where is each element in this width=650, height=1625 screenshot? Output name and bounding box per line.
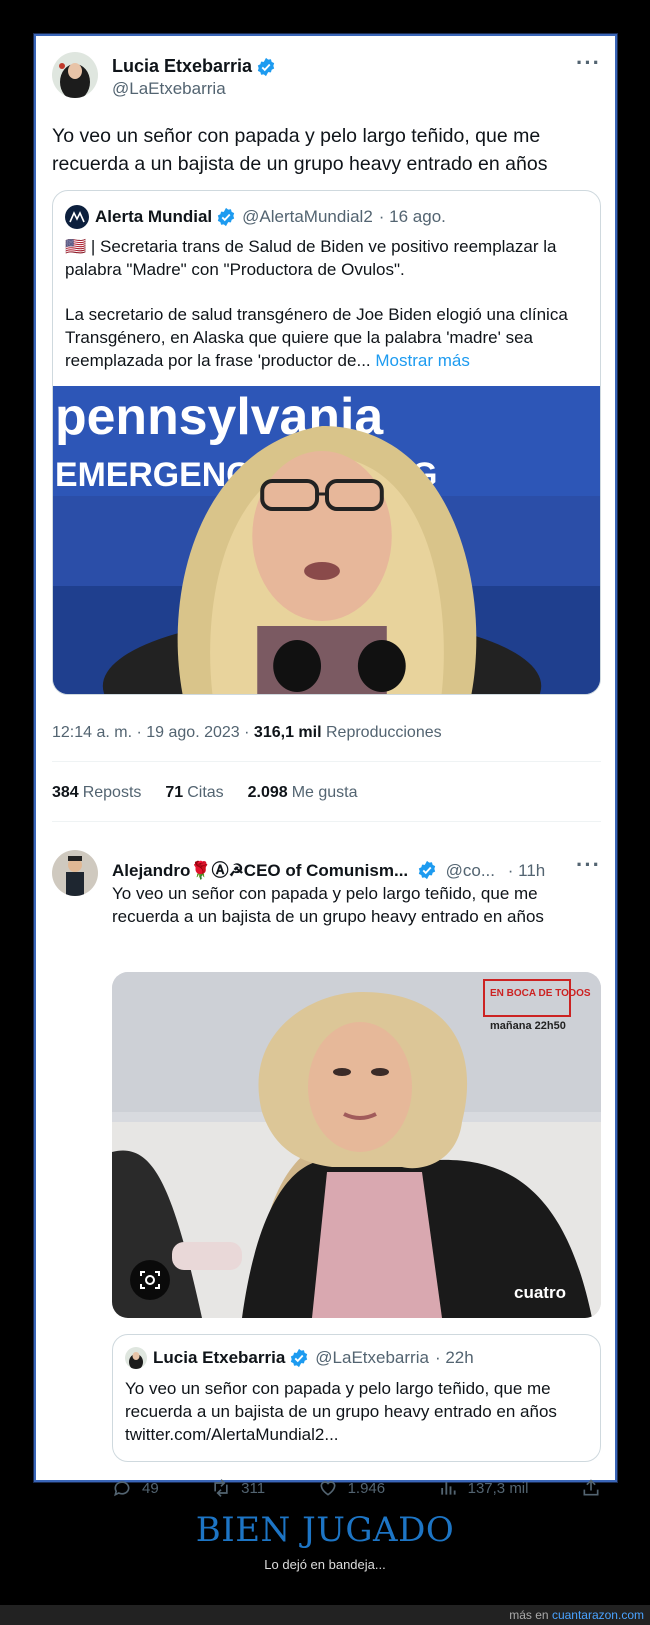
divider — [52, 761, 601, 762]
avatar[interactable] — [52, 850, 98, 896]
reply-icon — [114, 1481, 130, 1497]
views-action[interactable]: 137,3 mil — [438, 1478, 529, 1498]
share-icon — [583, 1479, 599, 1496]
caption-title: BIEN JUGADO — [195, 1510, 455, 1550]
verified-icon — [418, 860, 436, 880]
quote-author-handle: @LaEtxebarria — [315, 1348, 429, 1367]
engagement-stats: 384 Reposts 71 Citas 2.098 Me gusta — [52, 784, 358, 802]
tweet-card: Lucia Etxebarria @LaEtxebarria ··· Yo ve… — [34, 34, 617, 1497]
quote-author-handle: @AlertaMundial2 — [242, 207, 373, 226]
image-badge-time: mañana 22h50 — [490, 1020, 566, 1032]
quote-link: twitter.com/AlertaMundial2... — [125, 1425, 339, 1444]
views-count: 137,3 mil — [467, 1479, 529, 1497]
verified-icon — [257, 57, 275, 76]
views-count: 316,1 mil — [253, 724, 322, 741]
avatar[interactable] — [52, 52, 98, 98]
reply-text: Yo veo un señor con papada y pelo largo … — [112, 884, 544, 926]
likes-stat[interactable]: 2.098 Me gusta — [248, 784, 358, 802]
caption-subtitle: Lo dejó en bandeja... — [264, 1557, 386, 1572]
divider — [52, 821, 601, 822]
heart-icon — [320, 1481, 336, 1496]
bar-chart-icon — [440, 1482, 456, 1495]
more-options-icon[interactable]: ··· — [576, 852, 601, 878]
reply-author-handle[interactable]: @co... — [446, 861, 495, 880]
reply-count: 49 — [142, 1479, 159, 1497]
quote-text-line2: La secretario de salud transgénero de Jo… — [65, 305, 568, 370]
repost-icon — [214, 1479, 228, 1497]
lens-search-icon[interactable] — [130, 1260, 170, 1300]
reply-author-name[interactable]: Alejandro🌹Ⓐ☭CEO of Comunism... — [112, 861, 408, 880]
quote-text-line1: 🇺🇸 | Secretaria trans de Salud de Biden … — [65, 237, 557, 279]
image-badge: EN BOCA DE TODOS — [490, 988, 591, 999]
quote-time: · 22h — [434, 1348, 474, 1367]
verified-icon — [217, 207, 235, 227]
more-options-icon[interactable]: ··· — [576, 50, 601, 76]
quotes-stat[interactable]: 71 Citas — [165, 784, 223, 802]
quoted-tweet[interactable]: Alerta Mundial @AlertaMundial2 · 16 ago.… — [52, 190, 601, 695]
action-bar: 49 311 1.946 137,3 mil — [112, 1478, 601, 1498]
quote-date: · 16 ago. — [378, 207, 446, 226]
quote-author-name: Alerta Mundial — [95, 207, 213, 226]
quoted-tweet[interactable]: Lucia Etxebarria @LaEtxebarria · 22h Yo … — [112, 1334, 601, 1462]
like-action[interactable]: 1.946 — [318, 1478, 386, 1498]
reply-photo[interactable]: EN BOCA DE TODOS mañana 22h50 cuatro — [112, 972, 601, 1318]
author-handle[interactable]: @LaEtxebarria — [112, 79, 276, 99]
repost-count: 311 — [241, 1479, 266, 1497]
author-name[interactable]: Lucia Etxebarria — [112, 56, 252, 77]
tweet-text: Yo veo un señor con papada y pelo largo … — [52, 125, 548, 175]
repost-action[interactable]: 311 — [211, 1478, 265, 1498]
views-label: Reproducciones — [325, 724, 442, 741]
quote-text: Yo veo un señor con papada y pelo largo … — [125, 1379, 557, 1421]
avatar — [125, 1347, 147, 1369]
tweet-time[interactable]: 12:14 a. m. · 19 ago. 2023 · — [52, 724, 249, 741]
verified-icon — [291, 1348, 308, 1368]
tweet-timestamp: 12:14 a. m. · 19 ago. 2023 · 316,1 mil R… — [52, 724, 442, 742]
footer-bar: más en cuantarazon.com — [0, 1605, 650, 1625]
quote-author-name: Lucia Etxebarria — [153, 1348, 286, 1367]
site-link[interactable]: cuantarazon.com — [552, 1608, 644, 1622]
reply-time[interactable]: · 11h — [508, 861, 546, 880]
like-count: 1.946 — [347, 1479, 386, 1497]
share-action[interactable] — [581, 1478, 601, 1498]
reposts-stat[interactable]: 384 Reposts — [52, 784, 141, 802]
quote-photo: pennsylvania EMERGENC EMENT AG — [53, 386, 600, 694]
footer-text: más en cuantarazon.com — [509, 1608, 644, 1622]
avatar — [65, 205, 89, 229]
show-more-link[interactable]: Mostrar más — [375, 351, 469, 370]
reply-action[interactable]: 49 — [112, 1478, 159, 1498]
image-watermark: cuatro — [514, 1283, 566, 1302]
